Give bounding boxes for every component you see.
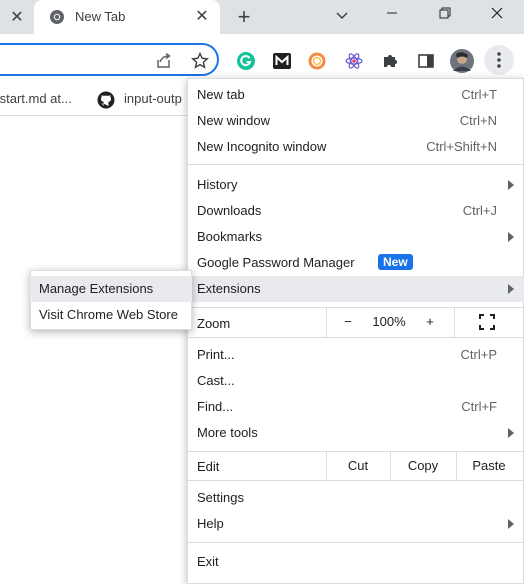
menu-item-label: New tab [197,87,245,102]
menu-item-label: New Incognito window [197,139,327,154]
menu-item-label: Cast... [197,373,235,388]
tab-title: New Tab [75,9,126,24]
new-tab-plus-icon[interactable]: + [232,3,256,31]
menu-item-password-manager[interactable]: Google Password Manager New [187,250,524,276]
extension-ring-icon[interactable] [306,50,328,72]
menu-item-label: New window [197,113,270,128]
menu-item-new-window[interactable]: New window Ctrl+N [187,108,524,134]
menu-item-label: Zoom [197,316,231,331]
shortcut: Ctrl+Shift+N [426,139,497,154]
menu-item-label: Exit [197,554,219,569]
menu-item-label: History [197,177,238,192]
menu-item-new-incognito-window[interactable]: New Incognito window Ctrl+Shift+N [187,134,524,160]
menu-divider [187,307,524,308]
tab-close-icon[interactable]: ✕ [192,5,212,29]
menu-item-extensions[interactable]: Extensions [187,276,524,302]
submenu-item-label: Visit Chrome Web Store [39,307,178,322]
avatar[interactable] [450,49,474,73]
previous-tab-close-icon[interactable]: ✕ [0,0,34,34]
bookmark-start-md[interactable]: /start.md at... [0,91,72,106]
menu-divider [187,451,524,452]
close-window-icon[interactable] [472,0,522,30]
zoom-out-button[interactable]: − [337,309,359,335]
submenu-item-manage-extensions[interactable]: Manage Extensions [30,276,192,302]
paste-button[interactable]: Paste [457,453,521,479]
shortcut: Ctrl+J [462,203,497,218]
submenu-arrow-icon [508,428,514,438]
shortcut: Ctrl+P [460,347,497,362]
menu-item-settings[interactable]: Settings [187,485,524,511]
menu-item-label: Print... [197,347,235,362]
menu-divider [187,164,524,165]
submenu-arrow-icon [508,284,514,294]
menu-item-new-tab[interactable]: New tab Ctrl+T [187,82,524,108]
submenu-item-label: Manage Extensions [39,281,154,296]
shortcut: Ctrl+F [461,399,497,414]
menu-item-bookmarks[interactable]: Bookmarks [187,224,524,250]
new-badge: New [378,254,413,270]
submenu-arrow-icon [508,232,514,242]
menu-item-print[interactable]: Print... Ctrl+P [187,342,524,368]
menu-item-downloads[interactable]: Downloads Ctrl+J [187,198,524,224]
menu-item-help[interactable]: Help [187,511,524,537]
menu-item-label: Help [197,516,224,531]
chevron-down-icon[interactable] [330,3,354,31]
zoom-divider [326,308,327,337]
menu-item-label: Edit [197,459,220,474]
menu-item-label: Downloads [197,203,262,218]
github-icon [97,91,115,109]
bookmark-input-output[interactable]: input-outp [124,91,182,106]
extensions-puzzle-icon[interactable] [379,50,401,72]
copy-button[interactable]: Copy [391,453,455,479]
fullscreen-icon[interactable] [478,313,496,331]
menu-item-exit[interactable]: Exit [187,549,524,575]
bookmark-star-icon[interactable] [189,50,211,72]
menu-divider [187,480,524,481]
zoom-in-button[interactable]: + [419,309,441,335]
menu-divider [187,542,524,543]
restore-icon[interactable] [420,0,470,30]
shortcut: Ctrl+N [459,113,497,128]
extension-m-icon[interactable] [271,50,293,72]
menu-item-label: Settings [197,490,244,505]
submenu-item-visit-web-store[interactable]: Visit Chrome Web Store [30,302,192,328]
submenu-arrow-icon [508,180,514,190]
zoom-level: 100% [372,314,406,329]
more-vert-icon [497,51,501,69]
menu-item-label: Extensions [197,281,261,296]
menu-item-label: More tools [197,425,258,440]
chrome-icon [50,10,64,24]
menu-item-more-tools[interactable]: More tools [187,420,524,446]
menu-item-label: Find... [197,399,234,414]
cut-button[interactable]: Cut [327,453,389,479]
address-bar[interactable] [0,43,219,76]
shortcut: Ctrl+T [461,87,497,102]
menu-item-history[interactable]: History [187,172,524,198]
zoom-divider [454,308,455,337]
minimize-icon[interactable] [367,0,417,30]
side-panel-icon[interactable] [415,50,437,72]
share-icon[interactable] [153,50,175,72]
menu-divider [187,337,524,338]
extension-atom-icon[interactable] [343,50,365,72]
menu-item-find[interactable]: Find... Ctrl+F [187,394,524,420]
grammarly-icon[interactable] [235,50,257,72]
menu-item-label: Google Password Manager [197,255,355,270]
menu-item-label: Bookmarks [197,229,263,244]
menu-item-cast[interactable]: Cast... [187,368,524,394]
submenu-arrow-icon [508,519,514,529]
